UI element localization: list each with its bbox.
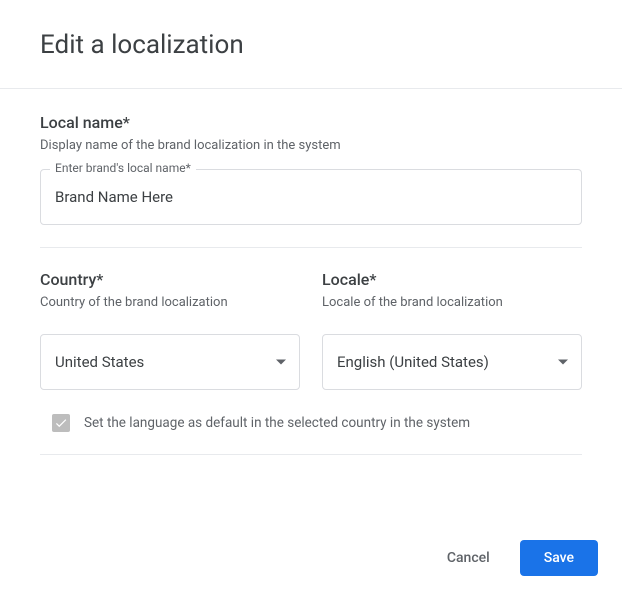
local-name-floating-label: Enter brand's local name* [50, 161, 196, 175]
edit-localization-dialog: Edit a localization Local name* Display … [0, 0, 622, 606]
default-language-label: Set the language as default in the selec… [84, 415, 470, 431]
country-select[interactable]: United States [40, 334, 300, 390]
locale-group: Locale* Locale of the brand localization [322, 270, 582, 326]
cancel-button[interactable]: Cancel [437, 542, 500, 574]
locale-value: English (United States) [337, 353, 489, 371]
country-value: United States [55, 353, 144, 371]
check-icon [54, 416, 68, 430]
locale-hint: Locale of the brand localization [322, 295, 582, 310]
default-language-checkbox[interactable] [52, 414, 70, 432]
default-language-row: Set the language as default in the selec… [40, 414, 582, 432]
local-name-group: Local name* Display name of the brand lo… [40, 113, 582, 225]
country-group: Country* Country of the brand localizati… [40, 270, 300, 326]
dialog-body: Local name* Display name of the brand lo… [0, 89, 622, 520]
locale-select[interactable]: English (United States) [322, 334, 582, 390]
country-label: Country* [40, 270, 300, 289]
divider [40, 247, 582, 248]
country-locale-selects: United States English (United States) [40, 334, 582, 390]
local-name-hint: Display name of the brand localization i… [40, 138, 582, 153]
dialog-header: Edit a localization [0, 0, 622, 89]
country-hint: Country of the brand localization [40, 295, 300, 310]
divider [40, 454, 582, 455]
local-name-label: Local name* [40, 113, 582, 132]
dialog-title: Edit a localization [40, 30, 582, 60]
locale-label: Locale* [322, 270, 582, 289]
save-button[interactable]: Save [520, 540, 598, 576]
dialog-footer: Cancel Save [0, 520, 622, 606]
country-locale-row: Country* Country of the brand localizati… [40, 270, 582, 326]
local-name-input[interactable] [40, 169, 582, 225]
local-name-field: Enter brand's local name* [40, 169, 582, 225]
